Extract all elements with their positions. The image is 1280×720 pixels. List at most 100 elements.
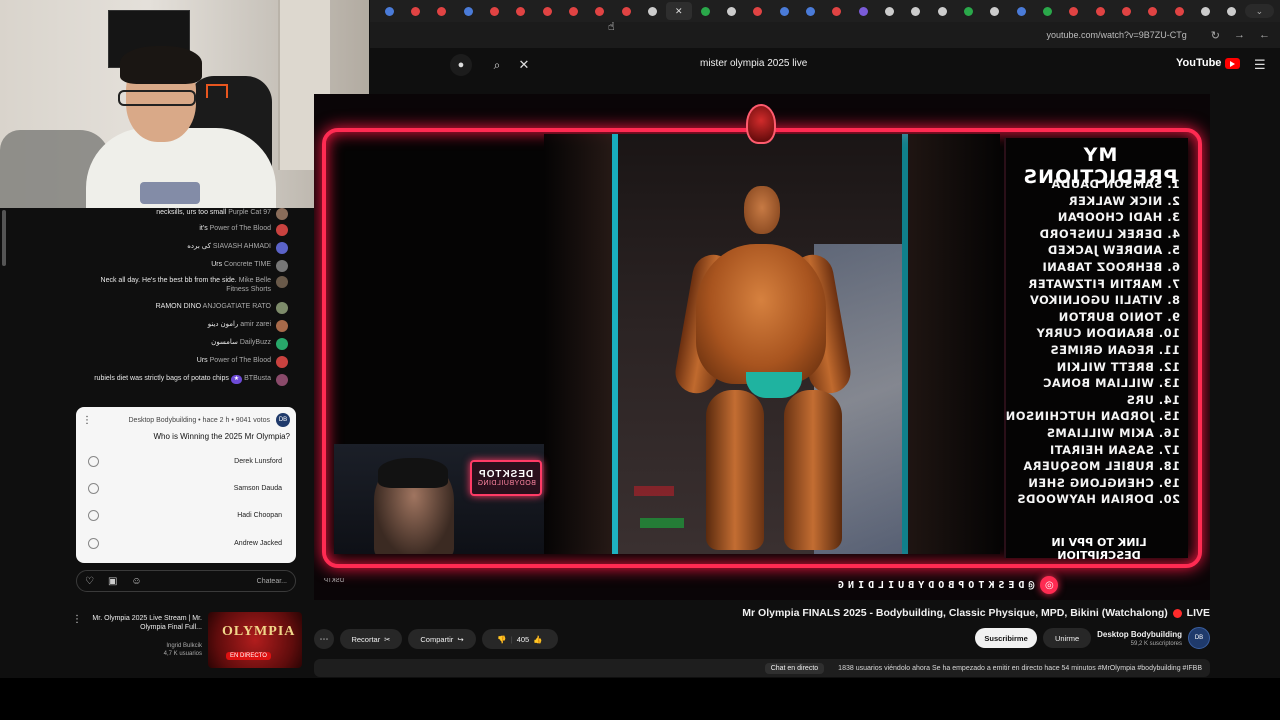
browser-tab[interactable] <box>613 2 639 20</box>
poll-menu-icon[interactable]: ⋮ <box>82 415 92 426</box>
new-tab-button[interactable]: ⌄ <box>1244 4 1275 18</box>
chat-author[interactable]: DailyBuzz <box>240 339 271 346</box>
browser-tab[interactable] <box>455 2 481 20</box>
emoji-icon[interactable]: ☺ <box>131 576 141 587</box>
tab-favicon-icon <box>963 6 973 16</box>
browser-tab[interactable] <box>1113 2 1139 20</box>
prediction-item: 19. CHENGLONG SHEN <box>1027 475 1180 490</box>
avatar[interactable] <box>276 338 288 350</box>
avatar[interactable] <box>276 224 288 236</box>
radio-icon[interactable] <box>88 537 99 549</box>
browser-tab[interactable] <box>1192 2 1218 20</box>
avatar[interactable] <box>276 260 288 272</box>
address-url[interactable]: youtube.com/watch?v=9B7ZU-CTg <box>1046 30 1186 40</box>
browser-tab[interactable] <box>376 2 402 20</box>
browser-tab[interactable] <box>1219 2 1245 20</box>
heart-icon[interactable]: ♡ <box>85 576 94 587</box>
avatar[interactable] <box>276 356 288 368</box>
forward-icon[interactable]: → <box>1234 29 1245 41</box>
subscribe-button[interactable]: Suscribirme <box>975 628 1038 648</box>
related-title[interactable]: Mr. Olympia 2025 Live Stream | Mr. Olymp… <box>86 614 202 632</box>
browser-tab[interactable] <box>587 2 613 20</box>
avatar[interactable] <box>276 302 288 314</box>
related-thumbnail[interactable]: OLYMPIA EN DIRECTO <box>208 612 302 668</box>
chat-author[interactable]: Purple Cat 97 <box>228 209 271 216</box>
browser-tab[interactable] <box>982 2 1008 20</box>
back-icon[interactable]: ← <box>1259 29 1270 41</box>
join-label: Unirme <box>1055 633 1080 643</box>
radio-icon[interactable] <box>88 509 99 521</box>
browser-tab[interactable] <box>850 2 876 20</box>
browser-tab[interactable] <box>1061 2 1087 20</box>
radio-icon[interactable] <box>88 455 99 467</box>
more-options-icon[interactable]: ⋮ <box>72 614 82 625</box>
join-button[interactable]: Unirme <box>1043 628 1092 648</box>
channel-avatar[interactable]: DB <box>1188 627 1210 649</box>
avatar[interactable] <box>276 320 288 332</box>
browser-tab[interactable]: ✕ <box>665 2 692 20</box>
browser-tab[interactable] <box>876 2 902 20</box>
share-button[interactable]: Compartir ↪ <box>408 629 476 649</box>
chat-author[interactable]: amir zarei <box>240 321 271 328</box>
browser-tab[interactable] <box>955 2 981 20</box>
search-input[interactable]: mister olympia 2025 live <box>700 58 807 69</box>
browser-tab[interactable] <box>718 2 744 20</box>
poll-option[interactable]: Samson Dauda <box>88 479 282 497</box>
browser-tab[interactable] <box>771 2 797 20</box>
reload-icon[interactable]: ↻ <box>1211 29 1220 42</box>
chat-author[interactable]: SIAVASH AHMADI <box>213 243 271 250</box>
microphone-icon[interactable]: ● <box>450 54 472 76</box>
browser-tab[interactable] <box>824 2 850 20</box>
chat-author[interactable]: ANJOGATIATE RATO <box>203 303 271 310</box>
poll-option[interactable]: Andrew Jacked <box>88 534 282 552</box>
browser-tab[interactable] <box>745 2 771 20</box>
more-actions-button[interactable]: ⋯ <box>314 629 334 649</box>
chat-input[interactable]: Chatear... <box>257 578 287 585</box>
radio-icon[interactable] <box>88 482 99 494</box>
channel-name[interactable]: Desktop Bodybuilding <box>1097 630 1182 639</box>
left-scrollbar[interactable] <box>2 210 6 266</box>
description-box[interactable]: Chat en directo 1838 usuarios viéndolo a… <box>314 659 1210 677</box>
related-video[interactable]: ⋮ Mr. Olympia 2025 Live Stream | Mr. Oly… <box>70 612 302 676</box>
clear-search-icon[interactable]: ✕ <box>516 54 532 76</box>
chat-author[interactable]: Power of The Blood <box>210 225 271 232</box>
browser-tab[interactable] <box>481 2 507 20</box>
poll-option[interactable]: Derek Lunsford <box>88 452 282 470</box>
browser-tab[interactable] <box>1008 2 1034 20</box>
clip-button[interactable]: Recortar ✂ <box>340 629 402 649</box>
related-channel[interactable]: Ingrid Bulkcik <box>86 642 202 650</box>
chat-author[interactable]: Power of The Blood <box>210 357 271 364</box>
live-chat-chip[interactable]: Chat en directo <box>764 662 825 674</box>
browser-tab[interactable] <box>534 2 560 20</box>
avatar[interactable] <box>276 242 288 254</box>
browser-tab[interactable] <box>1087 2 1113 20</box>
browser-tab[interactable] <box>692 2 718 20</box>
browser-tab[interactable] <box>929 2 955 20</box>
youtube-logo[interactable]: YouTube <box>1176 57 1241 69</box>
chat-author[interactable]: Concrete TIME <box>224 261 271 268</box>
browser-tab[interactable] <box>1140 2 1166 20</box>
avatar[interactable] <box>276 374 288 386</box>
hamburger-menu-icon[interactable]: ☰ <box>1254 57 1266 73</box>
browser-tab[interactable] <box>429 2 455 20</box>
avatar[interactable] <box>276 208 288 220</box>
browser-tab[interactable] <box>560 2 586 20</box>
prediction-item: 1. SAMSON DAUDA <box>1051 177 1180 191</box>
video-player[interactable]: DESKTOP BODYBUILDING MY PREDICTIONS 1. S… <box>314 94 1210 600</box>
browser-tab[interactable] <box>797 2 823 20</box>
browser-tab[interactable] <box>402 2 428 20</box>
prediction-item: 5. ANDREW JACKED <box>1047 243 1180 258</box>
super-chat-icon[interactable]: ▣ <box>108 576 117 587</box>
poll-option[interactable]: Hadi Choopan <box>88 506 282 524</box>
like-icon[interactable]: 👍 <box>533 635 542 644</box>
search-icon[interactable]: ⌕ <box>487 54 507 76</box>
browser-tab[interactable] <box>508 2 534 20</box>
browser-tab[interactable] <box>1034 2 1060 20</box>
avatar[interactable] <box>276 276 288 288</box>
browser-tab[interactable] <box>639 2 665 20</box>
dislike-icon[interactable]: 👎 <box>497 635 506 644</box>
chat-message-text: rubiels diet was strictly bags of potato… <box>78 374 271 384</box>
browser-tab[interactable] <box>1166 2 1192 20</box>
browser-tab[interactable] <box>903 2 929 20</box>
chat-author[interactable]: BTBusta <box>244 375 271 382</box>
